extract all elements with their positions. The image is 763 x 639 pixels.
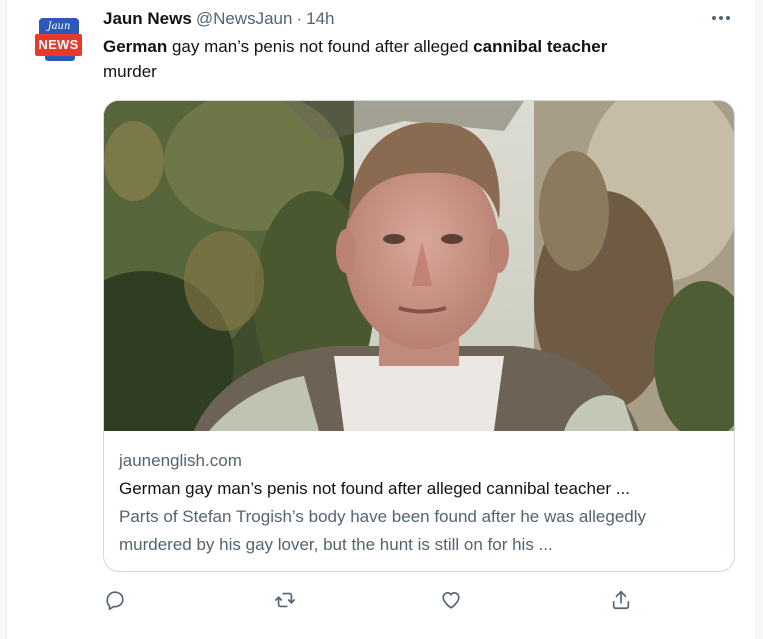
avatar[interactable]: Jaun NEWS xyxy=(31,12,87,68)
reply-icon xyxy=(106,591,124,610)
share-button[interactable] xyxy=(607,586,635,614)
more-icon xyxy=(712,16,730,20)
tweet-header: Jaun News @NewsJaun · 14h xyxy=(103,8,335,30)
tweet-text-bold-1: German xyxy=(103,37,168,56)
tweet[interactable]: Jaun NEWS Jaun News @NewsJaun · 14h Germ… xyxy=(6,0,756,639)
heart-icon xyxy=(442,592,460,609)
author-handle[interactable]: @NewsJaun xyxy=(196,9,293,29)
avatar-logo-bottom: NEWS xyxy=(35,34,82,56)
tweet-text-part-4: murder xyxy=(103,62,157,81)
retweet-icon xyxy=(275,592,295,608)
like-button[interactable] xyxy=(437,586,465,614)
separator-dot: · xyxy=(296,9,303,28)
tweet-text-part-2: gay man’s penis not found after alleged xyxy=(167,37,474,56)
card-title: German gay man’s penis not found after a… xyxy=(119,479,630,498)
avatar-logo-top: Jaun xyxy=(39,18,79,35)
retweet-button[interactable] xyxy=(271,586,299,614)
share-icon xyxy=(612,590,630,610)
reply-button[interactable] xyxy=(101,586,129,614)
card-domain: jaunenglish.com xyxy=(119,451,242,470)
avatar-logo-base xyxy=(45,56,75,61)
card-description: Parts of Stefan Trogish’s body have been… xyxy=(119,507,647,554)
timestamp[interactable]: 14h xyxy=(306,9,334,29)
card-text: jaunenglish.com German gay man’s penis n… xyxy=(119,447,719,559)
author-name[interactable]: Jaun News xyxy=(103,9,192,29)
tweet-text: German gay man’s penis not found after a… xyxy=(103,34,663,84)
link-card[interactable]: jaunenglish.com German gay man’s penis n… xyxy=(103,100,735,572)
tweet-text-bold-2: cannibal teacher xyxy=(473,37,608,56)
card-image xyxy=(104,101,734,431)
more-options-button[interactable] xyxy=(704,6,738,30)
